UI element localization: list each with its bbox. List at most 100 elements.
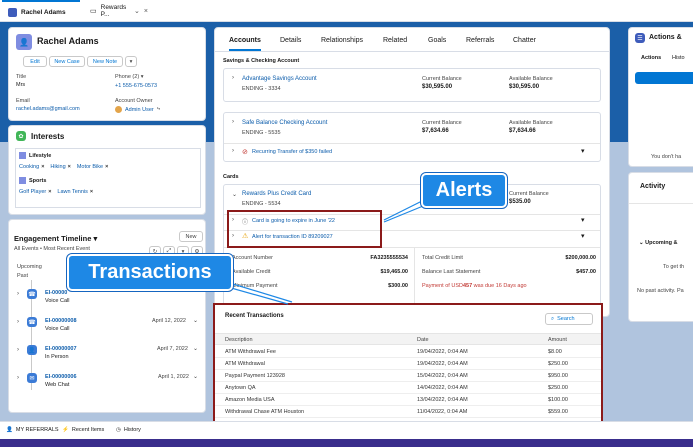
available-balance-label: Available Balance — [509, 120, 553, 126]
credit-limit-value: $200,000.00 — [565, 255, 596, 261]
pill-label: Motor Bike — [76, 164, 104, 170]
action-primary-button[interactable] — [635, 72, 693, 84]
chevron-right-icon[interactable]: › — [17, 375, 19, 381]
timeline-event[interactable]: › ☎ EI-00000008 Voice Call April 12, 202… — [9, 316, 205, 336]
available-credit-value: $19,465.00 — [380, 269, 408, 275]
available-balance-value: $7,634.66 — [509, 128, 536, 134]
new-note-button[interactable]: New Note — [87, 56, 123, 67]
tab-rachel-adams[interactable]: Rachel Adams — [2, 0, 80, 22]
chevron-down-icon[interactable]: ⌄ — [193, 345, 198, 352]
tab-goals[interactable]: Goals — [428, 37, 446, 44]
chevron-right-icon[interactable]: › — [232, 148, 234, 154]
col-amount[interactable]: Amount — [548, 337, 567, 343]
owner-link[interactable]: Admin User — [125, 107, 154, 113]
search-icon: ⌕ — [551, 315, 555, 322]
remove-icon[interactable]: × — [90, 189, 93, 195]
chevron-down-icon[interactable]: ⌄ — [134, 7, 140, 15]
tab-chatter[interactable]: Chatter — [513, 37, 536, 44]
table-row[interactable]: Anytown QA 14/04/2022, 0:04 AM $250.00 — [215, 382, 601, 394]
table-row[interactable]: ATM Withdrawal Fee 19/04/2022, 0:04 AM $8.… — [215, 346, 601, 358]
tab-history[interactable]: Histo — [672, 55, 685, 61]
tab-related[interactable]: Related — [383, 37, 407, 44]
history-item[interactable]: ◷ History — [116, 427, 141, 433]
table-row[interactable]: Amazon Media USA 13/04/2022, 0:04 AM $100.… — [215, 394, 601, 406]
recurring-transfer-alert[interactable]: Recurring Transfer of $350 failed — [252, 149, 332, 155]
my-referrals-item[interactable]: 👤 MY REFERRALS — [6, 427, 59, 433]
event-type: Voice Call — [45, 298, 70, 304]
chevron-down-icon[interactable]: ▾ — [93, 234, 97, 243]
tab-accounts[interactable]: Accounts — [229, 37, 261, 51]
event-id[interactable]: EI-00000007 — [45, 346, 77, 352]
new-case-button[interactable]: New Case — [49, 56, 85, 67]
chevron-right-icon[interactable]: › — [232, 119, 234, 125]
remove-icon[interactable]: × — [41, 164, 44, 170]
tab-details[interactable]: Details — [280, 37, 301, 44]
pill-motor-bike[interactable]: Motor Bike × — [77, 164, 109, 170]
event-id[interactable]: EI-00000008 — [45, 318, 77, 324]
card-name[interactable]: Rewards Plus Credit Card — [242, 191, 311, 197]
chevron-down-icon[interactable]: ⌄ — [193, 373, 198, 380]
chevron-right-icon[interactable]: › — [17, 347, 19, 353]
event-id[interactable]: EI-00000006 — [45, 374, 77, 380]
lifestyle-pills: Cooking × Hiking × Motor Bike × — [19, 163, 112, 170]
chevron-down-icon[interactable]: ⌄ — [232, 191, 237, 198]
transaction-amount: $559.00 — [548, 409, 568, 415]
chevron-down-icon[interactable]: ▾ — [141, 74, 144, 80]
pill-lawn-tennis[interactable]: Lawn Tennis × — [57, 189, 93, 195]
recent-items-item[interactable]: ⚡ Recent Items — [62, 427, 104, 433]
tab-rewards[interactable]: ▭ Rewards P... ⌄ × — [84, 0, 154, 22]
edit-button[interactable]: Edit — [23, 56, 47, 67]
lifestyle-label: Lifestyle — [29, 152, 52, 159]
chevron-right-icon[interactable]: › — [17, 291, 19, 297]
phone-value[interactable]: +1 555-675-0573 — [115, 83, 157, 89]
close-icon[interactable]: × — [144, 8, 148, 15]
current-balance-value: $7,634.66 — [422, 128, 449, 134]
balance-last-statement-label: Balance Last Statement — [422, 269, 481, 275]
chevron-down-icon[interactable]: ▾ — [581, 147, 585, 155]
pill-label: Golf Player — [19, 189, 47, 195]
activity-get-started: To get th — [663, 264, 685, 270]
chevron-right-icon[interactable]: › — [17, 319, 19, 325]
chevron-right-icon[interactable]: › — [232, 75, 234, 81]
timeline-event[interactable]: › ✉ EI-00000006 Web Chat April 1, 2022 ⌄ — [9, 372, 205, 392]
tab-actions[interactable]: Actions — [641, 55, 661, 61]
account-name[interactable]: Advantage Savings Account — [242, 76, 317, 82]
event-id[interactable]: EI-00000 — [45, 290, 67, 296]
account-row-savings[interactable]: › Advantage Savings Account ENDING - 333… — [223, 68, 601, 102]
transaction-description: ATM Withdrawal — [225, 361, 265, 367]
pill-label: Hiking — [50, 164, 66, 170]
chevron-down-icon[interactable]: ▾ — [581, 216, 585, 224]
table-row[interactable]: Paypal Payment 123928 15/04/2022, 0:04 AM… — [215, 370, 601, 382]
upcoming-overdue-toggle[interactable]: ⌄ Upcoming & — [639, 240, 678, 246]
table-row[interactable]: ATM Withdrawal 19/04/2022, 0:04 AM $250.00 — [215, 358, 601, 370]
account-name[interactable]: Safe Balance Checking Account — [242, 120, 327, 126]
balance-last-statement-value: $457.00 — [576, 269, 596, 275]
transactions-search-button[interactable]: ⌕ Search — [545, 313, 593, 325]
table-row[interactable]: Withdrawal Chase ATM Houston 11/04/2022, … — [215, 406, 601, 418]
tab-referrals[interactable]: Referrals — [466, 37, 494, 44]
timeline-event[interactable]: › 👤 EI-00000007 In Person April 7, 2022 … — [9, 344, 205, 364]
pill-cooking[interactable]: Cooking × — [19, 164, 44, 170]
edit-owner-icon[interactable]: ⤷ — [157, 106, 160, 113]
account-row-checking[interactable]: › Safe Balance Checking Account ENDING -… — [223, 112, 601, 162]
transactions-title: Recent Transactions — [225, 313, 284, 319]
chevron-down-icon[interactable]: ⌄ — [193, 317, 198, 324]
remove-icon[interactable]: × — [48, 189, 51, 195]
tab-relationships[interactable]: Relationships — [321, 37, 363, 44]
email-value[interactable]: rachel.adams@gmail.com — [16, 106, 80, 112]
transaction-date: 19/04/2022, 0:04 AM — [417, 361, 468, 367]
transaction-description: Withdrawal Chase ATM Houston — [225, 409, 305, 415]
col-description[interactable]: Description — [225, 337, 253, 343]
transaction-amount: $250.00 — [548, 385, 568, 391]
pill-golf-player[interactable]: Golf Player × — [19, 189, 51, 195]
new-event-button[interactable]: New — [179, 231, 203, 242]
timeline-event[interactable]: › ☎ EI-00000 Voice Call — [9, 288, 205, 308]
contact-name: Rachel Adams — [37, 36, 99, 46]
remove-icon[interactable]: × — [68, 164, 71, 170]
more-actions-button[interactable]: ▾ — [125, 56, 137, 67]
remove-icon[interactable]: × — [105, 164, 108, 170]
chevron-down-icon[interactable]: ▾ — [581, 232, 585, 240]
col-date[interactable]: Date — [417, 337, 429, 343]
pill-hiking[interactable]: Hiking × — [50, 164, 71, 170]
transaction-amount: $100.00 — [548, 397, 568, 403]
